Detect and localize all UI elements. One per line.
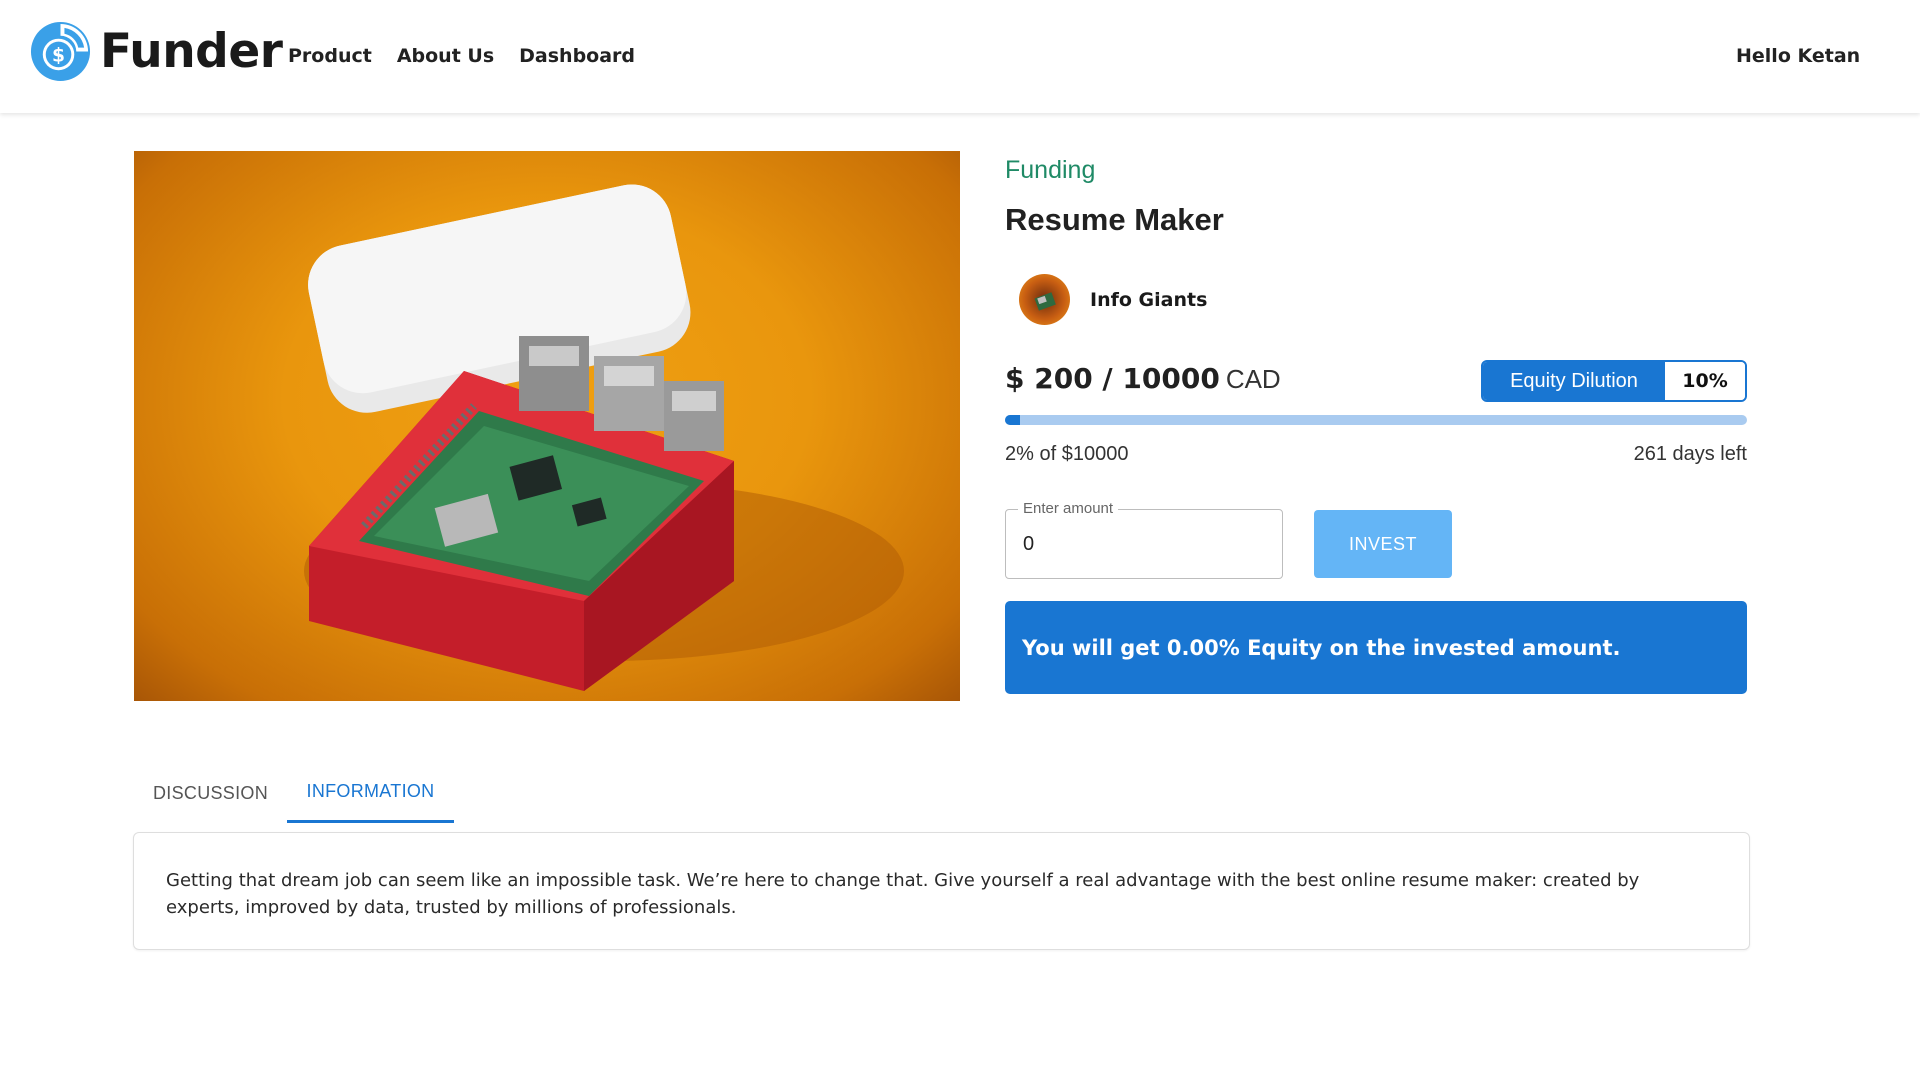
company-name: Info Giants	[1090, 288, 1208, 311]
equity-info-banner: You will get 0.00% Equity on the investe…	[1005, 601, 1747, 694]
equity-dilution-value: 10%	[1665, 362, 1745, 400]
information-text: Getting that dream job can seem like an …	[166, 870, 1640, 918]
amount-raised: $ 200 / 10000	[1005, 362, 1220, 395]
invest-button[interactable]: INVEST	[1314, 510, 1452, 578]
funding-progress-fill	[1005, 415, 1020, 425]
svg-text:$: $	[52, 45, 65, 66]
information-panel: Getting that dream job can seem like an …	[133, 832, 1750, 950]
funding-progress-bar	[1005, 415, 1747, 425]
company-info[interactable]: Info Giants	[1019, 274, 1207, 325]
product-image	[134, 151, 960, 701]
funding-amount: $ 200 / 10000 CAD	[1005, 362, 1281, 395]
tab-discussion[interactable]: DISCUSSION	[134, 763, 287, 823]
nav-dashboard[interactable]: Dashboard	[519, 45, 635, 67]
user-greeting[interactable]: Hello Ketan	[1736, 45, 1860, 67]
tab-information[interactable]: INFORMATION	[287, 763, 454, 823]
funding-status: Funding	[1005, 156, 1096, 184]
project-tabs: DISCUSSION INFORMATION	[134, 763, 454, 823]
brand-name: Funder	[100, 24, 283, 79]
brand[interactable]: $ Funder	[29, 20, 283, 83]
top-navbar: $ Funder Product About Us Dashboard Hell…	[0, 0, 1920, 113]
amount-field[interactable]: Enter amount	[1005, 500, 1283, 579]
equity-dilution-label: Equity Dilution	[1483, 362, 1665, 400]
nav-about-us[interactable]: About Us	[397, 45, 494, 67]
nav-product[interactable]: Product	[288, 45, 372, 67]
project-title: Resume Maker	[1005, 202, 1224, 237]
days-left: 261 days left	[1633, 443, 1747, 465]
currency: CAD	[1225, 364, 1281, 394]
amount-input[interactable]	[1006, 510, 1282, 578]
dollar-coin-icon: $	[30, 21, 91, 82]
progress-text: 2% of $10000	[1005, 443, 1129, 465]
equity-dilution-badge: Equity Dilution 10%	[1481, 360, 1747, 402]
main-nav: Product About Us Dashboard	[288, 45, 660, 67]
company-avatar	[1019, 274, 1070, 325]
